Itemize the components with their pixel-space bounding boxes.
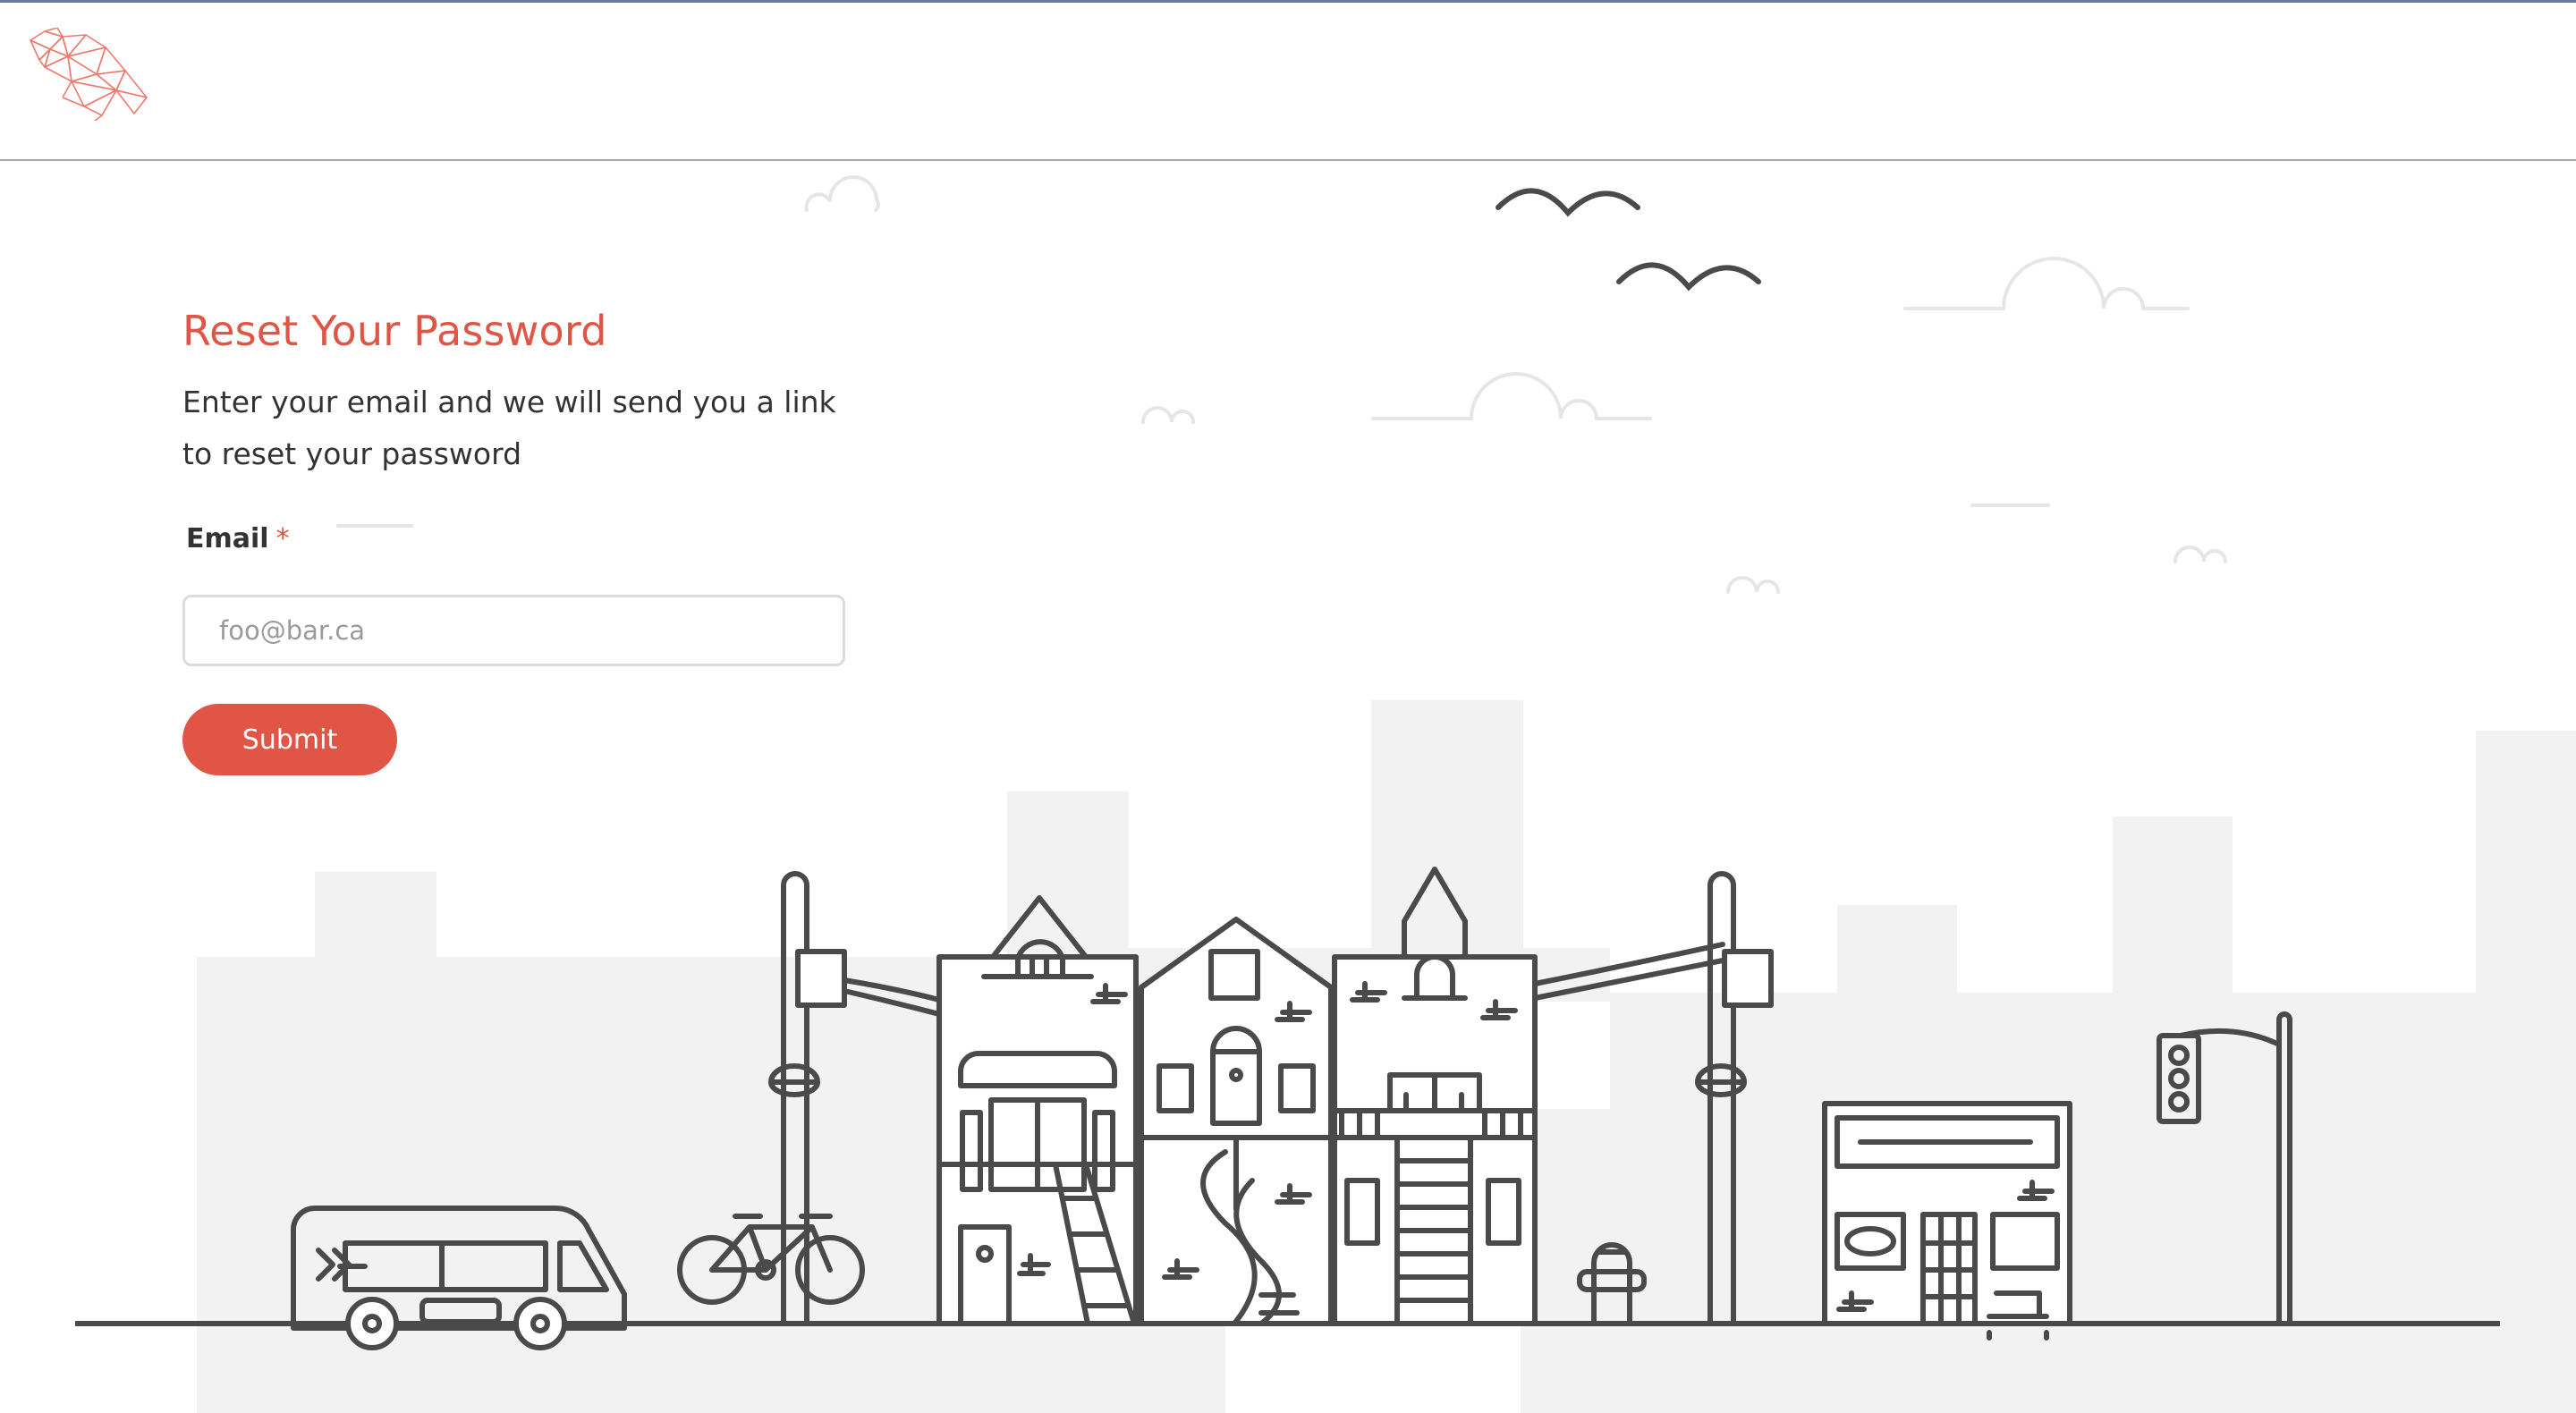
cloud-icon bbox=[1141, 406, 1195, 424]
cloud-icon bbox=[1371, 372, 1652, 420]
site-header bbox=[0, 3, 2576, 161]
page-title: Reset Your Password bbox=[182, 307, 607, 355]
bird-icon bbox=[1496, 188, 1640, 217]
email-input[interactable] bbox=[182, 595, 845, 666]
submit-button[interactable]: Submit bbox=[182, 704, 397, 775]
email-label: Email * bbox=[186, 520, 862, 559]
cloud-icon bbox=[1726, 576, 1780, 594]
house-icon bbox=[1139, 917, 1334, 1326]
form-instructions: Enter your email and we will send you a … bbox=[182, 385, 836, 471]
cloud-icon bbox=[1903, 257, 2190, 310]
storefront-icon bbox=[1822, 1101, 2072, 1341]
birds bbox=[1496, 188, 1761, 292]
email-label-text: Email bbox=[186, 523, 269, 554]
required-asterisk: * bbox=[275, 523, 290, 554]
reset-password-form: Reset Your Password Enter your email and… bbox=[182, 300, 862, 775]
geometric-bird-logo-icon[interactable] bbox=[27, 28, 148, 121]
cloud-icon bbox=[2174, 546, 2227, 563]
bird-icon bbox=[1616, 262, 1761, 292]
cloud-icon bbox=[804, 175, 880, 212]
house-icon bbox=[936, 895, 1139, 1326]
